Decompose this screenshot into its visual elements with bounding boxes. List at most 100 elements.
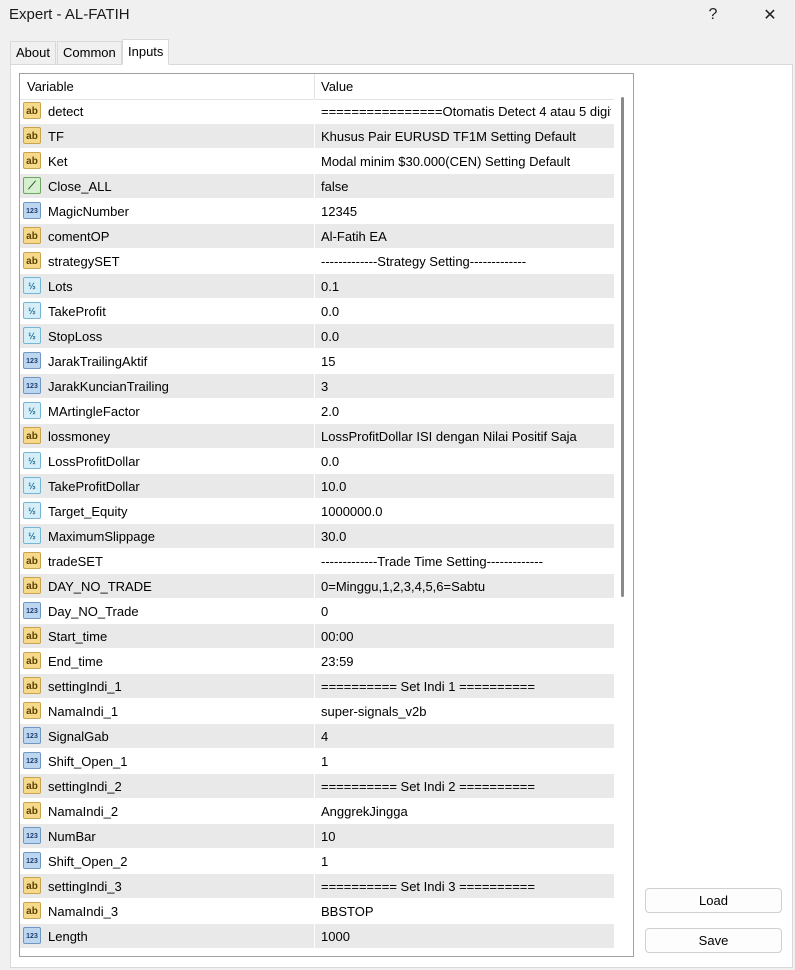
variable-value[interactable]: ================Otomatis Detect 4 atau 5… [321, 99, 611, 124]
table-row[interactable]: ab Ket Modal minim $30.000(CEN) Setting De… [20, 149, 614, 174]
cell-divider [314, 899, 315, 924]
variable-value[interactable]: 00:00 [321, 624, 611, 649]
table-row[interactable]: ab NamaIndi_3 BBSTOP [20, 899, 614, 924]
table-row[interactable] [20, 949, 614, 956]
table-row[interactable]: ab NamaIndi_1 super-signals_v2b [20, 699, 614, 724]
variable-value[interactable]: 23:59 [321, 649, 611, 674]
table-row[interactable]: ab detect ================Otomatis Detect … [20, 99, 614, 124]
text-type-icon: ab [23, 152, 41, 169]
variable-value[interactable]: 10 [321, 824, 611, 849]
column-header-variable[interactable]: Variable [27, 74, 74, 99]
table-row[interactable]: ab settingIndi_1 ========== Set Indi 1 ===… [20, 674, 614, 699]
column-header-value[interactable]: Value [321, 74, 353, 99]
variable-value[interactable]: AnggrekJingga [321, 799, 611, 824]
scrollbar-thumb[interactable] [621, 97, 624, 597]
variable-name: settingIndi_1 [48, 679, 122, 694]
text-type-icon: ab [23, 877, 41, 894]
double-type-icon: ½ [23, 327, 41, 344]
table-row[interactable]: ½ Target_Equity 1000000.0 [20, 499, 614, 524]
variable-value[interactable]: 12345 [321, 199, 611, 224]
vertical-scrollbar[interactable] [614, 74, 633, 956]
table-row[interactable]: ab comentOP Al-Fatih EA [20, 224, 614, 249]
variable-value[interactable]: 15 [321, 349, 611, 374]
tab-inputs[interactable]: Inputs [122, 39, 170, 65]
integer-type-icon: 123 [23, 602, 41, 619]
variable-value[interactable]: 3 [321, 374, 611, 399]
table-row[interactable]: ab strategySET -------------Strategy Setti… [20, 249, 614, 274]
variable-value[interactable]: ========== Set Indi 2 ========== [321, 774, 611, 799]
tab-about[interactable]: About [10, 41, 56, 64]
table-row[interactable]: 123 JarakTrailingAktif 15 [20, 349, 614, 374]
variable-value[interactable]: Modal minim $30.000(CEN) Setting Default [321, 149, 611, 174]
variable-value[interactable]: ========== Set Indi 3 ========== [321, 874, 611, 899]
help-button[interactable]: ? [690, 0, 736, 30]
variable-name: LossProfitDollar [48, 454, 140, 469]
variable-value[interactable]: 0=Minggu,1,2,3,4,5,6=Sabtu [321, 574, 611, 599]
cell-divider [314, 299, 315, 324]
close-button[interactable]: ✕ [747, 0, 793, 30]
column-divider[interactable] [314, 74, 315, 99]
table-row[interactable]: 123 SignalGab 4 [20, 724, 614, 749]
variable-value[interactable]: -------------Trade Time Setting---------… [321, 549, 611, 574]
variable-value[interactable]: 10.0 [321, 474, 611, 499]
variable-value[interactable]: -------------Strategy Setting-----------… [321, 249, 611, 274]
table-row[interactable]: ½ StopLoss 0.0 [20, 324, 614, 349]
cell-divider [314, 699, 315, 724]
table-row[interactable]: 123 MagicNumber 12345 [20, 199, 614, 224]
table-row[interactable]: 123 Length 1000 [20, 924, 614, 949]
table-row[interactable]: ab DAY_NO_TRADE 0=Minggu,1,2,3,4,5,6=Sabtu [20, 574, 614, 599]
table-row[interactable]: ½ MaximumSlippage 30.0 [20, 524, 614, 549]
table-row[interactable]: ab settingIndi_2 ========== Set Indi 2 ===… [20, 774, 614, 799]
table-row[interactable]: ab TF Khusus Pair EURUSD TF1M Setting Defa… [20, 124, 614, 149]
variable-value[interactable]: 1000 [321, 924, 611, 949]
variable-value[interactable]: 0.0 [321, 449, 611, 474]
variable-name: JarakTrailingAktif [48, 354, 148, 369]
table-row[interactable]: ab lossmoney LossProfitDollar ISI dengan N… [20, 424, 614, 449]
table-row[interactable]: 123 Shift_Open_1 1 [20, 749, 614, 774]
variable-value[interactable]: 0.1 [321, 274, 611, 299]
table-row[interactable]: ab tradeSET -------------Trade Time Settin… [20, 549, 614, 574]
variable-value[interactable]: BBSTOP [321, 899, 611, 924]
table-row[interactable]: ½ Lots 0.1 [20, 274, 614, 299]
variable-value[interactable]: Khusus Pair EURUSD TF1M Setting Default [321, 124, 611, 149]
load-button[interactable]: Load [645, 888, 782, 913]
table-row[interactable]: 123 Day_NO_Trade 0 [20, 599, 614, 624]
variable-value[interactable]: 0.0 [321, 324, 611, 349]
variable-value[interactable]: 2.0 [321, 399, 611, 424]
table-row[interactable]: ½ TakeProfit 0.0 [20, 299, 614, 324]
table-row[interactable]: ⟋ Close_ALL false [20, 174, 614, 199]
text-type-icon: ab [23, 127, 41, 144]
variable-value[interactable]: 0.0 [321, 299, 611, 324]
table-row[interactable]: ½ MArtingleFactor 2.0 [20, 399, 614, 424]
table-row[interactable]: ½ TakeProfitDollar 10.0 [20, 474, 614, 499]
variable-value[interactable]: 1 [321, 849, 611, 874]
variable-value[interactable]: super-signals_v2b [321, 699, 611, 724]
cell-divider [314, 774, 315, 799]
table-row[interactable]: 123 Shift_Open_2 1 [20, 849, 614, 874]
variable-value[interactable]: 1 [321, 749, 611, 774]
variable-name: Close_ALL [48, 179, 112, 194]
table-row[interactable]: ½ LossProfitDollar 0.0 [20, 449, 614, 474]
variable-value[interactable]: LossProfitDollar ISI dengan Nilai Positi… [321, 424, 611, 449]
variable-value[interactable]: Al-Fatih EA [321, 224, 611, 249]
variable-value[interactable]: ========== Set Indi 1 ========== [321, 674, 611, 699]
cell-divider [314, 424, 315, 449]
variable-value[interactable]: 4 [321, 724, 611, 749]
tab-common[interactable]: Common [57, 41, 122, 64]
variable-value[interactable]: 30.0 [321, 524, 611, 549]
variable-value[interactable]: 1000000.0 [321, 499, 611, 524]
table-row[interactable]: ab NamaIndi_2 AnggrekJingga [20, 799, 614, 824]
double-type-icon: ½ [23, 502, 41, 519]
variable-name: JarakKuncianTrailing [48, 379, 169, 394]
variable-value[interactable]: false [321, 174, 611, 199]
table-row[interactable]: 123 JarakKuncianTrailing 3 [20, 374, 614, 399]
cell-divider [314, 799, 315, 824]
save-button[interactable]: Save [645, 928, 782, 953]
table-row[interactable]: ab settingIndi_3 ========== Set Indi 3 ===… [20, 874, 614, 899]
cell-divider [314, 249, 315, 274]
table-row[interactable]: ab Start_time 00:00 [20, 624, 614, 649]
variable-value[interactable]: 0 [321, 599, 611, 624]
variable-name: MArtingleFactor [48, 404, 140, 419]
table-row[interactable]: 123 NumBar 10 [20, 824, 614, 849]
table-row[interactable]: ab End_time 23:59 [20, 649, 614, 674]
